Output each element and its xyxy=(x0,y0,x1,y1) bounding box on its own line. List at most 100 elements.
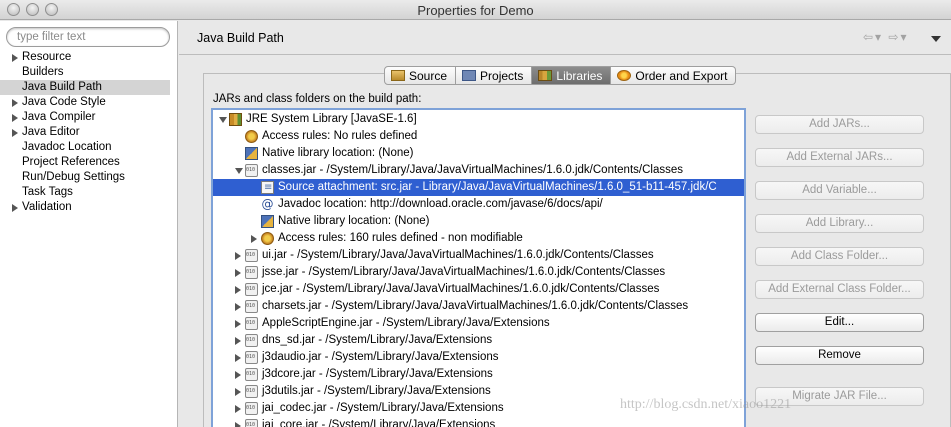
access-rules-icon xyxy=(261,232,274,245)
back-arrow-icon[interactable]: ⇦▾ xyxy=(863,30,883,44)
expand-arrow-icon[interactable] xyxy=(235,405,241,413)
tree-row[interactable]: Native library location: (None) xyxy=(213,213,744,230)
add-class-folder-button[interactable]: Add Class Folder... xyxy=(755,247,924,266)
title-bar: Properties for Demo xyxy=(0,0,951,20)
tree-row[interactable]: dns_sd.jar - /System/Library/Java/Extens… xyxy=(213,332,744,349)
add-jars-button[interactable]: Add JARs... xyxy=(755,115,924,134)
sidebar-item-project-references[interactable]: Project References xyxy=(0,155,178,170)
tree-row-label: j3daudio.jar - /System/Library/Java/Exte… xyxy=(262,351,499,363)
jar-icon xyxy=(245,351,258,364)
sidebar-item-javadoc-location[interactable]: Javadoc Location xyxy=(0,140,178,155)
build-path-tabs: Source Projects Libraries Order and Export xyxy=(384,66,737,85)
tree-row[interactable]: AppleScriptEngine.jar - /System/Library/… xyxy=(213,315,744,332)
expand-arrow-icon[interactable] xyxy=(235,337,241,345)
tab-label: Projects xyxy=(480,68,524,83)
sidebar-item-label: Java Editor xyxy=(22,126,80,138)
jar-icon xyxy=(245,300,258,313)
tree-row[interactable]: jsse.jar - /System/Library/Java/JavaVirt… xyxy=(213,264,744,281)
expand-arrow-icon[interactable] xyxy=(235,388,241,396)
properties-page: Java Build Path ⇦▾ ⇨▾ Source Projects Libr… xyxy=(179,21,951,427)
jar-icon xyxy=(245,283,258,296)
expand-arrow-icon[interactable] xyxy=(12,54,18,62)
expand-arrow-icon[interactable] xyxy=(12,204,18,212)
remove-button[interactable]: Remove xyxy=(755,346,924,365)
expand-arrow-icon[interactable] xyxy=(12,114,18,122)
libraries-tree[interactable]: JRE System Library [JavaSE-1.6] Access ru… xyxy=(211,108,746,427)
expand-arrow-icon[interactable] xyxy=(12,99,18,107)
jar-icon xyxy=(245,368,258,381)
tree-row[interactable]: jce.jar - /System/Library/Java/JavaVirtu… xyxy=(213,281,744,298)
tab-label: Libraries xyxy=(556,68,603,83)
tab-source[interactable]: Source xyxy=(384,66,457,85)
tab-projects[interactable]: Projects xyxy=(456,66,533,85)
sidebar-item-java-code-style[interactable]: Java Code Style xyxy=(0,95,178,110)
tree-row[interactable]: Native library location: (None) xyxy=(213,145,744,162)
sidebar-item-java-editor[interactable]: Java Editor xyxy=(0,125,178,140)
expand-arrow-icon[interactable] xyxy=(235,371,241,379)
tree-row[interactable]: @ Javadoc location: http://download.oracl… xyxy=(213,196,744,213)
tree-row[interactable]: Access rules: No rules defined xyxy=(213,128,744,145)
tree-row[interactable]: JRE System Library [JavaSE-1.6] xyxy=(213,111,744,128)
section-label: JARs and class folders on the build path… xyxy=(213,93,422,105)
edit-button[interactable]: Edit... xyxy=(755,313,924,332)
expand-arrow-icon[interactable] xyxy=(235,320,241,328)
sidebar-item-validation[interactable]: Validation xyxy=(0,200,178,215)
jar-icon xyxy=(245,266,258,279)
tree-row-label: Source attachment: src.jar - Library/Jav… xyxy=(278,181,717,193)
native-library-icon xyxy=(261,215,274,228)
tree-row[interactable]: classes.jar - /System/Library/Java/JavaV… xyxy=(213,162,744,179)
filter-input[interactable] xyxy=(6,27,170,47)
tree-row[interactable]: ui.jar - /System/Library/Java/JavaVirtua… xyxy=(213,247,744,264)
expand-arrow-icon[interactable] xyxy=(235,252,241,260)
tree-row-label: Javadoc location: http://download.oracle… xyxy=(278,198,603,210)
expand-arrow-icon[interactable] xyxy=(235,354,241,362)
forward-arrow-icon[interactable]: ⇨▾ xyxy=(888,30,908,44)
tree-row[interactable]: jai_core.jar - /System/Library/Java/Exte… xyxy=(213,417,744,427)
jre-library-icon xyxy=(229,113,242,126)
sidebar-item-java-build-path[interactable]: Java Build Path xyxy=(0,80,170,95)
preference-tree: Resource Builders Java Build Path Java Code… xyxy=(0,50,178,215)
expand-arrow-icon[interactable] xyxy=(235,269,241,277)
tree-row-label: jsse.jar - /System/Library/Java/JavaVirt… xyxy=(262,266,666,278)
projects-icon xyxy=(462,70,477,81)
sidebar-item-task-tags[interactable]: Task Tags xyxy=(0,185,178,200)
expand-arrow-icon[interactable] xyxy=(235,303,241,311)
window-title: Properties for Demo xyxy=(417,3,534,18)
sidebar-item-java-compiler[interactable]: Java Compiler xyxy=(0,110,178,125)
jar-icon xyxy=(245,334,258,347)
tree-row[interactable]: Source attachment: src.jar - Library/Jav… xyxy=(213,179,744,196)
view-menu-icon[interactable] xyxy=(931,36,941,42)
sidebar-item-builders[interactable]: Builders xyxy=(0,65,178,80)
collapse-arrow-icon[interactable] xyxy=(235,168,243,174)
preference-sidebar: Resource Builders Java Build Path Java Code… xyxy=(0,21,178,427)
tree-row-label: dns_sd.jar - /System/Library/Java/Extens… xyxy=(262,334,493,346)
tab-order-and-export[interactable]: Order and Export xyxy=(611,66,737,85)
sidebar-item-label: Task Tags xyxy=(22,186,73,198)
tree-row[interactable]: j3daudio.jar - /System/Library/Java/Exte… xyxy=(213,349,744,366)
tree-row-label: AppleScriptEngine.jar - /System/Library/… xyxy=(262,317,550,329)
jar-icon xyxy=(245,317,258,330)
tree-row[interactable]: Access rules: 160 rules defined - non mo… xyxy=(213,230,744,247)
tree-row[interactable]: charsets.jar - /System/Library/Java/Java… xyxy=(213,298,744,315)
sidebar-item-resource[interactable]: Resource xyxy=(0,50,178,65)
tree-row[interactable]: j3dcore.jar - /System/Library/Java/Exten… xyxy=(213,366,744,383)
expand-arrow-icon[interactable] xyxy=(251,235,257,243)
expand-arrow-icon[interactable] xyxy=(235,286,241,294)
order-export-icon xyxy=(617,70,632,81)
add-external-class-folder-button[interactable]: Add External Class Folder... xyxy=(755,280,924,299)
page-title: Java Build Path xyxy=(197,31,284,45)
tab-libraries[interactable]: Libraries xyxy=(532,66,612,85)
tree-row-label: jce.jar - /System/Library/Java/JavaVirtu… xyxy=(262,283,660,295)
sidebar-item-label: Java Compiler xyxy=(22,111,96,123)
expand-arrow-icon[interactable] xyxy=(12,129,18,137)
add-variable-button[interactable]: Add Variable... xyxy=(755,181,924,200)
jar-icon xyxy=(245,164,258,177)
add-external-jars-button[interactable]: Add External JARs... xyxy=(755,148,924,167)
native-library-icon xyxy=(245,147,258,160)
expand-arrow-icon[interactable] xyxy=(235,422,241,427)
sidebar-item-run-debug-settings[interactable]: Run/Debug Settings xyxy=(0,170,178,185)
collapse-arrow-icon[interactable] xyxy=(219,117,227,123)
add-library-button[interactable]: Add Library... xyxy=(755,214,924,233)
libraries-icon xyxy=(538,70,553,81)
sidebar-item-label: Javadoc Location xyxy=(22,141,112,153)
